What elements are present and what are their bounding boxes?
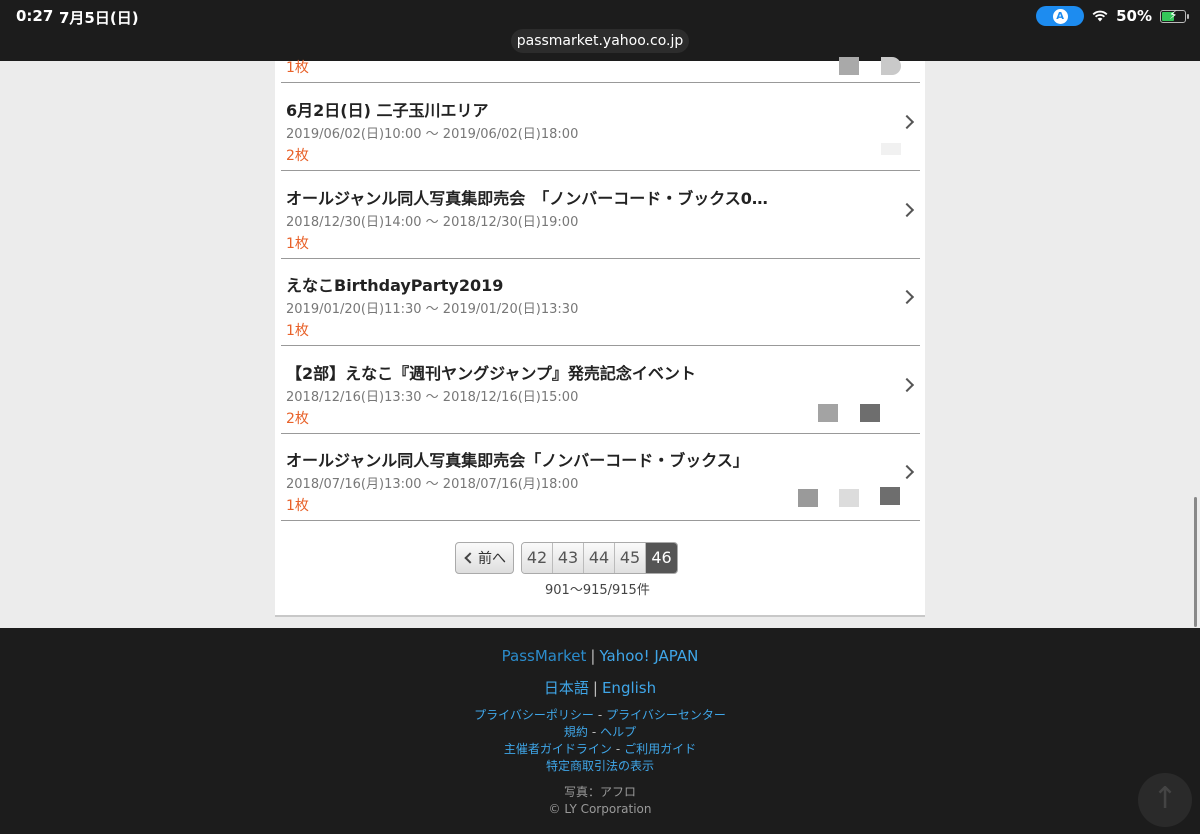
event-date: 2018/12/30(日)14:00 〜 2018/12/30(日)19:00 — [286, 215, 579, 230]
yahoo-japan-link[interactable]: Yahoo! JAPAN — [599, 647, 698, 665]
event-date: 2018/07/16(月)13:00 〜 2018/07/16(月)18:00 — [286, 477, 579, 492]
blurred-thumbnail — [860, 404, 880, 422]
language-switcher: 日本語 | English — [543, 679, 657, 697]
page-numbers: 42 43 44 45 46 — [521, 542, 678, 574]
event-row[interactable]: オールジャンル同人写真集即売会「ノンバーコード・ブックス」 2018/07/16… — [281, 433, 920, 521]
charging-bolt-icon: ⚡ — [1169, 7, 1178, 22]
blurred-thumbnail — [880, 487, 900, 505]
blurred-thumbnail — [818, 404, 838, 422]
battery-icon: ⚡ — [1160, 7, 1189, 23]
prev-page-label: 前へ — [478, 551, 506, 567]
help-link[interactable]: ヘルプ — [600, 725, 636, 739]
chevron-right-icon — [899, 114, 915, 130]
event-row[interactable]: 1枚 — [281, 0, 920, 83]
status-icons: A 50% ⚡ — [1036, 6, 1189, 26]
blurred-thumbnail — [881, 57, 901, 75]
event-list-card: 1枚 6月2日(日) 二子玉川エリア 2019/06/02(日)10:00 〜 … — [275, 57, 925, 617]
current-page: 46 — [646, 543, 677, 573]
chevron-right-icon — [899, 202, 915, 218]
ticket-count: 1枚 — [286, 60, 309, 76]
page-link[interactable]: 42 — [522, 543, 553, 573]
page-link[interactable]: 44 — [584, 543, 615, 573]
blurred-thumbnail — [798, 489, 818, 507]
ticket-count: 1枚 — [286, 236, 309, 252]
chevron-right-icon — [899, 289, 915, 305]
result-range: 901〜915/915件 — [545, 583, 650, 598]
event-date: 2018/12/16(日)13:30 〜 2018/12/16(日)15:00 — [286, 390, 579, 405]
event-row[interactable]: えなこBirthdayParty2019 2019/01/20(日)11:30 … — [281, 258, 920, 346]
footer-link-row: 特定商取引法の表示 — [0, 757, 1200, 774]
event-date: 2019/01/20(日)11:30 〜 2019/01/20(日)13:30 — [286, 302, 579, 317]
footer-brand-links: PassMarket | Yahoo! JAPAN — [501, 647, 699, 665]
event-row[interactable]: オールジャンル同人写真集即売会 「ノンバーコード・ブックス0… 2018/12/… — [281, 171, 920, 259]
ticket-count: 1枚 — [286, 498, 309, 514]
copyright: © LY Corporation — [548, 802, 652, 816]
scroll-to-top-button[interactable]: ↑ — [1138, 773, 1192, 827]
privacy-policy-link[interactable]: プライバシーポリシー — [474, 708, 594, 722]
footer-link-row: プライバシーポリシー - プライバシーセンター — [474, 708, 726, 722]
ticket-count: 2枚 — [286, 148, 309, 164]
event-title: 【2部】えなこ『週刊ヤングジャンプ』発売記念イベント — [286, 364, 696, 383]
page-link[interactable]: 43 — [553, 543, 584, 573]
ticket-count: 2枚 — [286, 411, 309, 427]
blurred-thumbnail — [881, 143, 901, 155]
event-date: 2019/06/02(日)10:00 〜 2019/06/02(日)18:00 — [286, 127, 579, 142]
footer-link-row: 主催者ガイドライン - ご利用ガイド — [503, 742, 697, 756]
passmarket-link[interactable]: PassMarket — [502, 647, 587, 665]
status-date: 7月5日(日) — [59, 9, 139, 27]
page-scrollbar[interactable] — [1194, 497, 1197, 627]
lang-english-link[interactable]: English — [602, 679, 656, 697]
chevron-left-icon — [464, 552, 476, 564]
ticket-count: 1枚 — [286, 323, 309, 339]
status-time: 0:27 — [16, 7, 54, 25]
lang-japanese-link[interactable]: 日本語 — [544, 679, 589, 697]
event-row[interactable]: 【2部】えなこ『週刊ヤングジャンプ』発売記念イベント 2018/12/16(日)… — [281, 346, 920, 434]
user-guide-link[interactable]: ご利用ガイド — [624, 742, 696, 756]
page-link[interactable]: 45 — [615, 543, 646, 573]
chevron-right-icon — [899, 464, 915, 480]
navigation-indicator: A — [1036, 6, 1085, 26]
event-row[interactable]: 6月2日(日) 二子玉川エリア 2019/06/02(日)10:00 〜 201… — [281, 83, 920, 171]
chevron-right-icon — [899, 377, 915, 393]
organizer-guidelines-link[interactable]: 主催者ガイドライン — [504, 742, 612, 756]
commercial-law-link[interactable]: 特定商取引法の表示 — [546, 759, 654, 773]
footer: PassMarket | Yahoo! JAPAN 日本語 | English プライバ… — [0, 628, 1200, 834]
battery-percentage: 50% — [1116, 7, 1152, 25]
event-title: えなこBirthdayParty2019 — [286, 276, 504, 295]
wifi-icon — [1092, 10, 1108, 22]
blurred-thumbnail — [839, 57, 859, 75]
event-title: 6月2日(日) 二子玉川エリア — [286, 101, 489, 120]
arrow-up-icon: ↑ — [1152, 781, 1178, 816]
blurred-thumbnail — [839, 489, 859, 507]
terms-link[interactable]: 規約 — [564, 725, 588, 739]
prev-page-button[interactable]: 前へ — [455, 542, 514, 574]
photo-credit: 写真：アフロ — [563, 785, 636, 799]
footer-link-row: 規約 - ヘルプ — [563, 725, 637, 739]
privacy-center-link[interactable]: プライバシーセンター — [606, 708, 726, 722]
event-title: オールジャンル同人写真集即売会「ノンバーコード・ブックス」 — [286, 451, 749, 470]
event-title: オールジャンル同人写真集即売会 「ノンバーコード・ブックス0… — [286, 189, 768, 208]
navigation-arrow-icon: A — [1052, 8, 1068, 24]
pagination: 前へ 42 43 44 45 46 — [455, 542, 678, 574]
